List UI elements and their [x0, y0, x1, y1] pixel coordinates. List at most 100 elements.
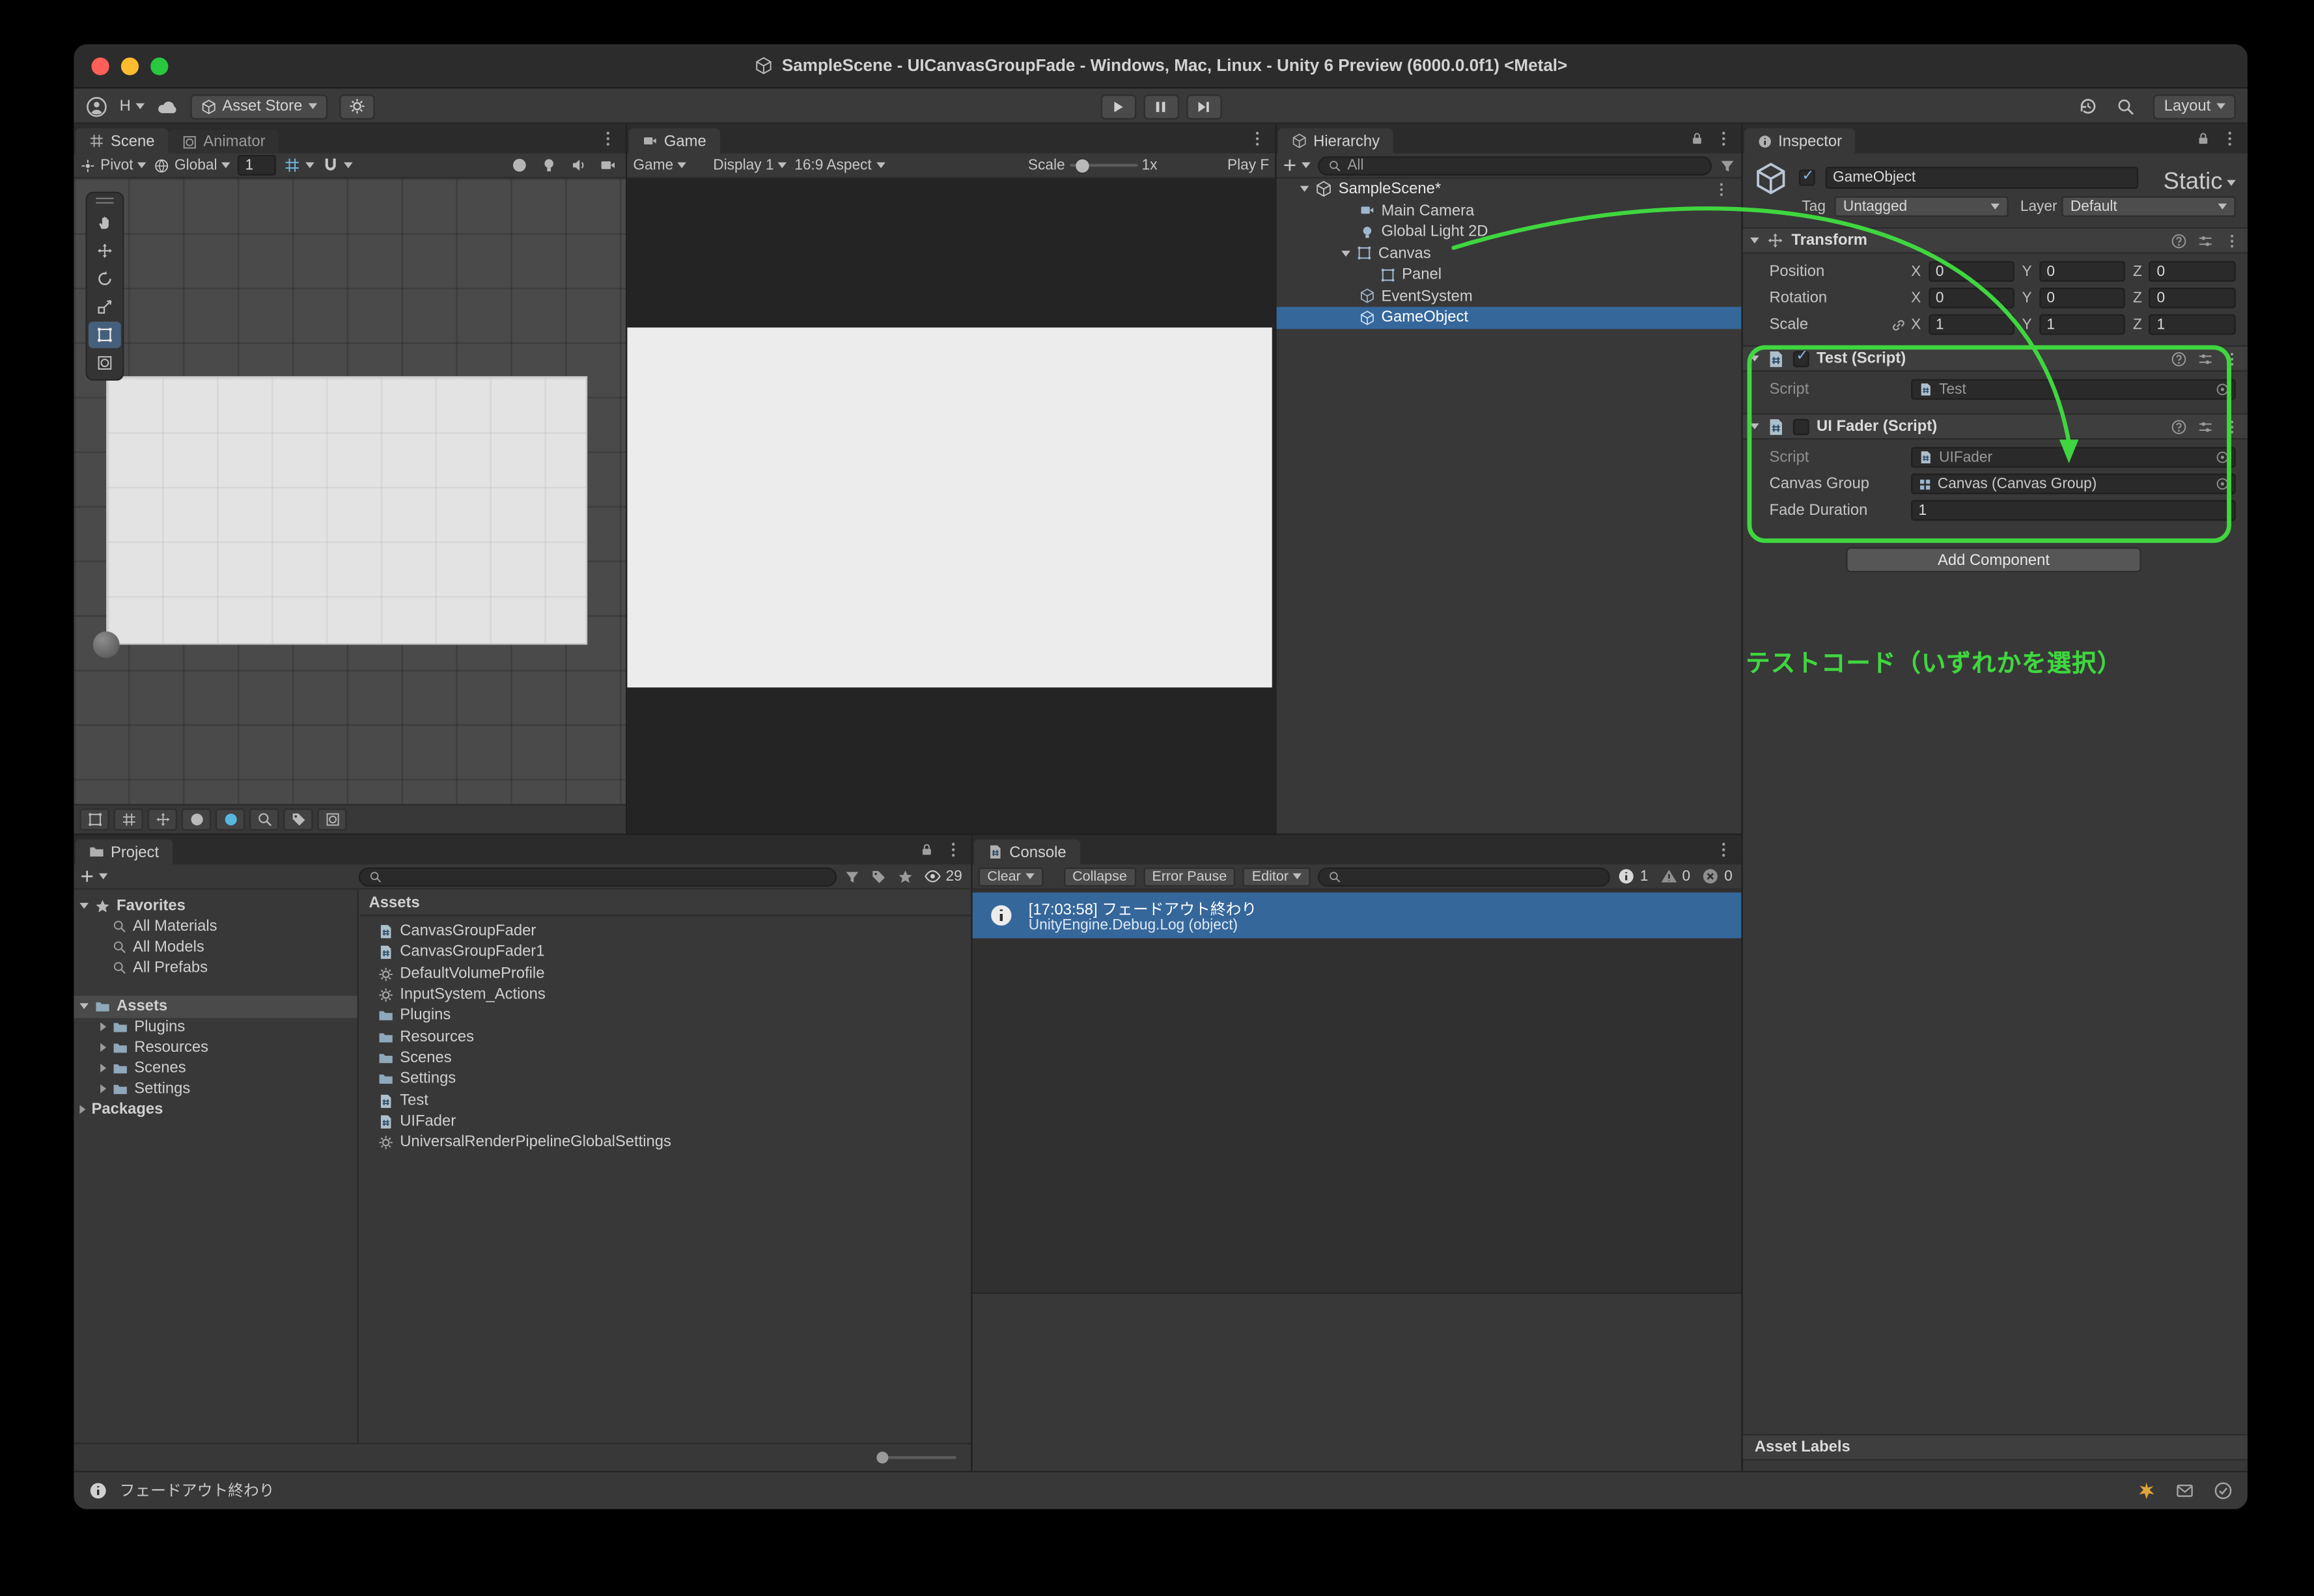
sphere-gizmo[interactable] [92, 631, 120, 658]
test-script-header[interactable]: Test (Script) [1742, 345, 2248, 372]
more-icon[interactable] [2224, 419, 2240, 435]
asset-store-button[interactable]: Asset Store [189, 93, 328, 119]
error-count-badge[interactable]: 0 [1702, 868, 1733, 885]
tab-project[interactable]: Project [75, 839, 173, 865]
shading-mode-icon[interactable] [510, 156, 528, 174]
hierarchy-row-scene[interactable]: SampleScene* [1277, 178, 1742, 200]
grid-size-field[interactable]: 1 [238, 154, 277, 176]
asset-labels-header[interactable]: Asset Labels [1742, 1434, 2248, 1461]
toolstrip-handle[interactable] [96, 197, 114, 204]
file-row[interactable]: InputSystem_Actions [360, 984, 971, 1006]
progress-icon[interactable] [2214, 1481, 2233, 1500]
rotation-x-field[interactable]: 0 [1928, 287, 2015, 309]
account-dropdown[interactable]: H [120, 98, 145, 115]
editor-dropdown[interactable]: Editor [1243, 866, 1311, 887]
file-row[interactable]: DefaultVolumeProfile [360, 963, 971, 985]
file-row[interactable]: CanvasGroupFader1 [360, 941, 971, 963]
hierarchy-row-main-camera[interactable]: Main Camera [1277, 200, 1742, 221]
aspect-dropdown[interactable]: 16:9 Aspect [794, 157, 885, 173]
audio-icon[interactable] [570, 156, 587, 174]
game-viewport[interactable] [627, 178, 1275, 834]
object-picker-icon[interactable] [2215, 450, 2230, 465]
labels-icon[interactable] [283, 808, 313, 831]
zoom-slider-knob[interactable] [876, 1452, 889, 1464]
lock-icon[interactable] [1690, 131, 1705, 146]
zoom-button[interactable] [150, 57, 169, 76]
wireframe-icon[interactable] [147, 808, 177, 831]
gameobject-name-field[interactable]: GameObject [1825, 167, 2139, 189]
help-icon[interactable] [2171, 350, 2187, 366]
hierarchy-row-panel[interactable]: Panel [1277, 264, 1742, 286]
console-log-entry[interactable]: [17:03:58] フェードアウト終わり UnityEngine.Debug.… [972, 892, 1742, 939]
foldout-closed-icon[interactable] [100, 1023, 107, 1032]
search-by-type-icon[interactable] [844, 868, 860, 885]
file-row[interactable]: Plugins [360, 1004, 971, 1026]
display-dropdown[interactable]: Display 1 [713, 157, 787, 173]
position-x-field[interactable]: 0 [1928, 261, 2015, 282]
hierarchy-row-canvas[interactable]: Canvas [1277, 243, 1742, 264]
scale-slider-knob[interactable] [1075, 158, 1089, 172]
help-icon[interactable] [2171, 232, 2187, 249]
fade-duration-field[interactable]: 1 [1911, 500, 2236, 521]
more-icon[interactable] [599, 130, 617, 147]
foldout-open-icon[interactable] [79, 903, 89, 909]
packages-row[interactable]: Packages [74, 1099, 357, 1121]
grid-visibility-dropdown[interactable] [283, 156, 315, 174]
search-icon[interactable] [2117, 96, 2136, 115]
render-mode-icon[interactable] [79, 808, 109, 831]
transform-tool-button[interactable] [89, 350, 121, 376]
scale-x-field[interactable]: 1 [1928, 314, 2015, 335]
script-object-field[interactable]: Test [1911, 379, 2236, 400]
more-icon[interactable] [2224, 350, 2240, 366]
more-icon[interactable] [2221, 130, 2238, 147]
lighting-icon[interactable] [540, 156, 558, 174]
favorites-row[interactable]: Favorites [74, 896, 357, 917]
project-search-input[interactable] [358, 866, 837, 887]
transform-header[interactable]: Transform [1742, 227, 2248, 254]
create-dropdown[interactable] [1283, 158, 1311, 173]
foldout-open-icon[interactable] [79, 1003, 89, 1010]
foldout-open-icon[interactable] [1300, 186, 1309, 193]
move-tool-button[interactable] [89, 238, 121, 264]
tab-animator[interactable]: Animator [167, 130, 279, 154]
rect-tool-button[interactable] [88, 322, 121, 348]
activity-icon[interactable] [2137, 1481, 2156, 1500]
status-message[interactable]: フェードアウト終わり [120, 1479, 275, 1502]
play-button[interactable] [1100, 93, 1136, 119]
scale-y-field[interactable]: 1 [2039, 314, 2126, 335]
active-checkbox[interactable] [1798, 167, 1815, 186]
foldout-open-icon[interactable] [1341, 250, 1350, 256]
grid-toggle-icon[interactable] [113, 808, 143, 831]
scale-tool-button[interactable] [89, 294, 121, 320]
global-dropdown[interactable]: Global [154, 157, 230, 173]
all-prefabs-row[interactable]: All Prefabs [74, 957, 357, 979]
more-icon[interactable] [945, 841, 962, 859]
file-row[interactable]: Settings [360, 1068, 971, 1090]
folder-row-resources[interactable]: Resources [74, 1037, 357, 1058]
file-row[interactable]: Resources [360, 1026, 971, 1048]
zoom-slider-track[interactable] [879, 1456, 956, 1459]
game-view-dropdown[interactable]: Game [633, 157, 687, 173]
pause-button[interactable] [1143, 93, 1178, 119]
cloud-icon[interactable] [156, 95, 178, 117]
foldout-closed-icon[interactable] [100, 1084, 107, 1094]
error-pause-button[interactable]: Error Pause [1143, 866, 1236, 887]
file-row[interactable]: UniversalRenderPipelineGlobalSettings [360, 1131, 971, 1153]
folder-row-scenes[interactable]: Scenes [74, 1058, 357, 1079]
more-icon[interactable] [2224, 232, 2240, 249]
warning-count-badge[interactable]: 0 [1660, 868, 1690, 885]
collapse-button[interactable]: Collapse [1063, 866, 1136, 887]
canvas-group-object-field[interactable]: Canvas (Canvas Group) [1911, 473, 2236, 495]
position-z-field[interactable]: 0 [2149, 261, 2236, 282]
pivot-dropdown[interactable]: Pivot [79, 157, 146, 173]
search-by-label-icon[interactable] [871, 868, 887, 885]
ui-canvas-rect[interactable] [106, 376, 588, 645]
preset-icon[interactable] [2197, 350, 2214, 366]
help-icon[interactable] [2171, 419, 2187, 435]
layout-dropdown[interactable]: Layout [2153, 93, 2236, 119]
console-search-input[interactable] [1318, 866, 1611, 887]
static-dropdown[interactable]: Static [2164, 170, 2236, 197]
console-detail-pane[interactable] [972, 1292, 1742, 1471]
scale-slider[interactable] [1069, 158, 1137, 172]
hidden-count-badge[interactable]: 29 [924, 868, 962, 885]
